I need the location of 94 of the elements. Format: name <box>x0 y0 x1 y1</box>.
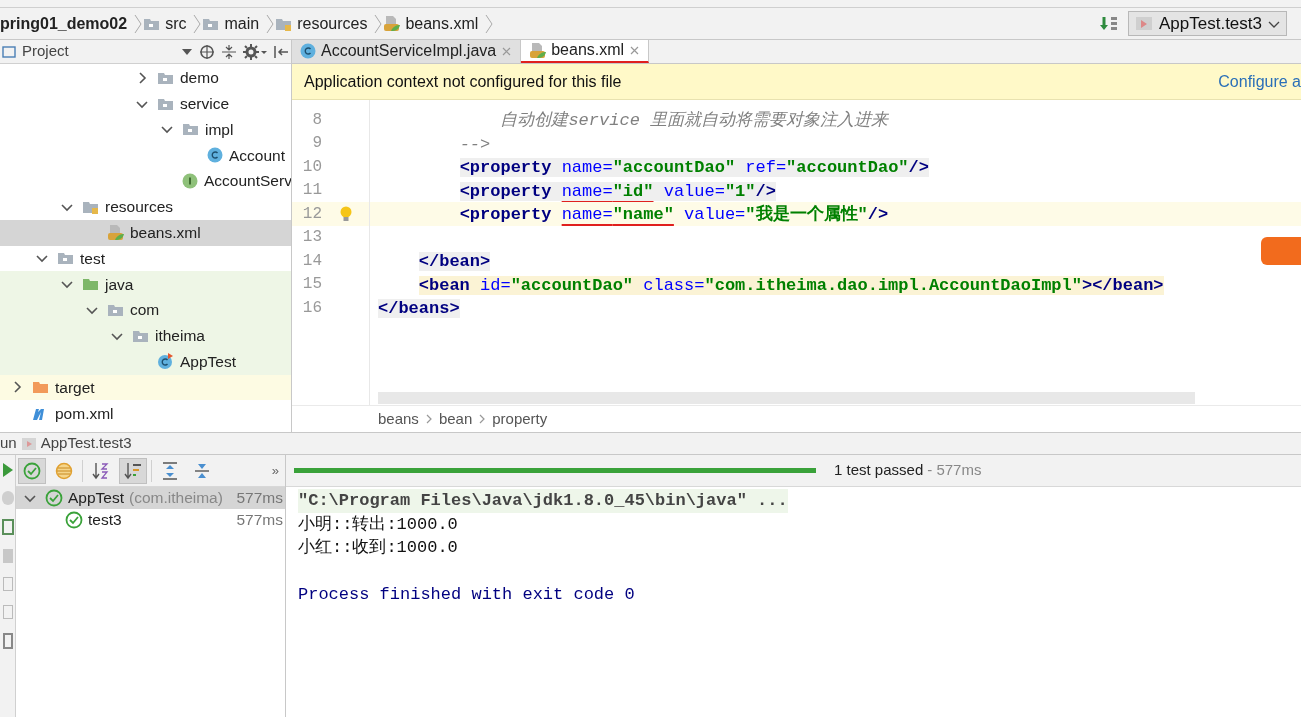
close-icon <box>501 45 513 57</box>
tree-item[interactable]: impl <box>0 116 291 143</box>
separator-icon <box>265 13 276 34</box>
collapse-icon <box>193 461 211 480</box>
folder-icon <box>57 250 74 267</box>
configure-link[interactable]: Configure a <box>1218 69 1301 94</box>
tree-item[interactable]: pom.xml <box>0 400 291 427</box>
hide-panel-icon <box>273 43 289 60</box>
tree-item[interactable]: java <box>0 271 291 298</box>
breadcrumb-item[interactable]: main <box>224 11 260 36</box>
line-number: 15 <box>301 274 322 296</box>
tree-item[interactable]: AppTest <box>0 348 291 375</box>
test-duration: 577ms <box>236 510 283 531</box>
xml-file-icon <box>529 41 547 59</box>
code-line: --> <box>458 133 491 156</box>
separator-icon <box>484 13 495 34</box>
panel-title: Project <box>22 41 69 62</box>
sort-alpha-icon <box>92 461 110 480</box>
run-icon[interactable] <box>2 463 13 477</box>
tree-item[interactable]: target <box>0 374 291 401</box>
test-name: AppTest <box>68 488 124 509</box>
console-output: 小红::收到:1000.0 <box>298 537 459 559</box>
run-config-icon <box>1135 15 1153 32</box>
test-name: test3 <box>88 510 122 531</box>
console-output: 小明::转出:1000.0 <box>298 513 459 536</box>
line-number: 10 <box>301 156 322 178</box>
breadcrumb-item[interactable]: bean <box>438 407 473 431</box>
locate-icon <box>199 43 215 60</box>
exit-message: Process finished with exit code 0 <box>298 584 636 606</box>
separator-icon <box>192 13 203 34</box>
build-icon <box>1100 16 1118 31</box>
breadcrumb-item[interactable]: resources <box>297 11 368 36</box>
line-number: 9 <box>311 133 322 155</box>
collapse-all-icon <box>221 43 237 60</box>
tree-item[interactable]: com <box>0 297 291 323</box>
tree-item[interactable]: Account <box>0 142 291 169</box>
test-tree-item[interactable]: AppTest (com.itheima) 577ms <box>16 487 285 509</box>
more-button[interactable]: » <box>267 460 283 481</box>
line-number: 14 <box>301 250 322 272</box>
test-duration: - 577ms <box>927 460 982 481</box>
run-tab-title[interactable]: AppTest.test3 <box>40 432 132 455</box>
test-summary: 1 test passed <box>834 460 924 481</box>
editor-tab[interactable]: beans.xml <box>521 40 650 63</box>
xml-file-icon <box>383 15 401 32</box>
tree-item[interactable]: itheima <box>0 322 291 349</box>
code-line: 自动创建service 里面就自动将需要对象注入进来 <box>499 110 889 132</box>
code-line: <property name="name" value="我是一个属性"/> <box>458 203 889 226</box>
folder-icon <box>32 379 49 396</box>
line-number: 16 <box>301 297 322 319</box>
line-number: 12 <box>301 203 322 225</box>
close-icon <box>629 44 641 56</box>
test-tree-item[interactable]: test3 577ms <box>16 509 285 531</box>
breadcrumb-item[interactable]: property <box>492 407 548 431</box>
line-number: 13 <box>301 227 322 249</box>
tree-item[interactable]: service <box>0 90 291 117</box>
breadcrumb-item[interactable]: beans <box>378 407 419 431</box>
class-icon <box>300 43 316 59</box>
class-icon <box>207 147 223 164</box>
xml-file-icon <box>107 224 124 242</box>
tree-item[interactable]: resources <box>0 194 291 220</box>
console-command: "C:\Program Files\Java\jdk1.8.0_45\bin\java" ... <box>298 489 788 513</box>
project-icon <box>2 44 16 59</box>
notification-message: Application context not configured for this file <box>304 71 622 92</box>
test-package: (com.itheima) <box>129 488 223 509</box>
ignored-icon <box>55 461 73 480</box>
settings-icon <box>243 43 267 60</box>
tree-item[interactable]: test <box>0 245 291 272</box>
folder-icon <box>82 276 99 293</box>
separator-icon <box>133 13 144 34</box>
breadcrumb-item[interactable]: pring01_demo02 <box>0 11 128 36</box>
tree-item[interactable]: demo <box>0 65 291 91</box>
line-number: 11 <box>301 180 322 202</box>
sort-duration-icon <box>124 461 142 480</box>
test-class-icon <box>157 353 174 371</box>
separator-icon <box>424 413 433 425</box>
breadcrumb-item[interactable]: beans.xml <box>405 11 479 36</box>
separator-icon <box>373 13 384 34</box>
tree-item[interactable]: beans.xml <box>0 219 291 246</box>
separator-icon <box>478 413 487 425</box>
sort-duration-toggle[interactable] <box>119 457 147 484</box>
editor-tab[interactable]: AccountServiceImpl.java <box>292 40 522 63</box>
run-config-dropdown[interactable]: AppTest.test3 <box>1128 11 1287 36</box>
passed-icon <box>23 461 41 480</box>
passed-toggle[interactable] <box>18 457 46 484</box>
folder-icon <box>182 121 199 138</box>
test-duration: 577ms <box>236 488 283 509</box>
breadcrumb-item[interactable]: src <box>165 11 187 36</box>
expand-icon <box>161 461 179 480</box>
panel-title: un <box>0 433 17 454</box>
line-number: 8 <box>311 109 322 131</box>
interface-icon <box>182 173 198 190</box>
run-config-icon <box>20 435 37 452</box>
folder-icon <box>107 302 124 319</box>
tree-item[interactable]: AccountServ <box>0 168 291 194</box>
